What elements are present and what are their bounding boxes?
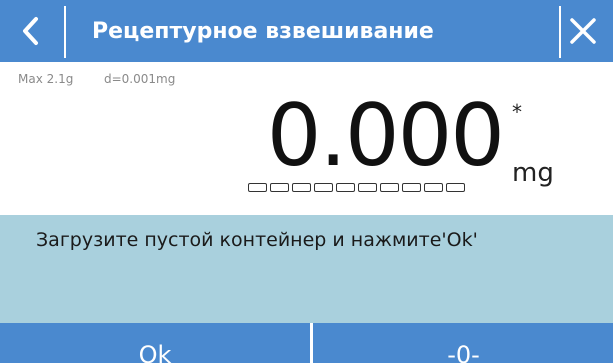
weight-readout: 0.000 [266,86,505,186]
close-button[interactable] [553,0,613,62]
unit-label: mg [512,158,554,188]
readability-label: d=0.001mg [104,72,176,86]
chevron-left-icon [23,17,38,45]
footer-divider [310,323,313,363]
bargraph-segment [446,183,465,192]
max-capacity-label: Max 2.1g [18,72,74,86]
bargraph-segment [270,183,289,192]
instruction-message: Загрузите пустой контейнер и нажмите'Ok' [36,229,478,251]
back-button[interactable] [0,0,60,62]
message-panel: Загрузите пустой контейнер и нажмите'Ok' [0,215,613,323]
bargraph-segment [292,183,311,192]
ok-button-label: Ok [138,341,172,363]
page-title: Рецептурное взвешивание [92,19,434,44]
bargraph-segment [336,183,355,192]
bargraph-segment [358,183,377,192]
ok-button[interactable]: Ok [0,323,310,363]
bargraph-segment [402,183,421,192]
bargraph-segment [380,183,399,192]
bargraph-segment [314,183,333,192]
zero-button-label: -0- [447,341,480,363]
bargraph-segment [248,183,267,192]
title-bar: Рецептурное взвешивание [0,0,613,62]
stability-indicator: * [512,100,522,124]
header-divider-left [64,6,66,58]
zero-button[interactable]: -0- [314,323,613,363]
footer-bar: Ok -0- [0,323,613,363]
capacity-bargraph [248,183,465,192]
close-icon [570,18,596,44]
bargraph-segment [424,183,443,192]
